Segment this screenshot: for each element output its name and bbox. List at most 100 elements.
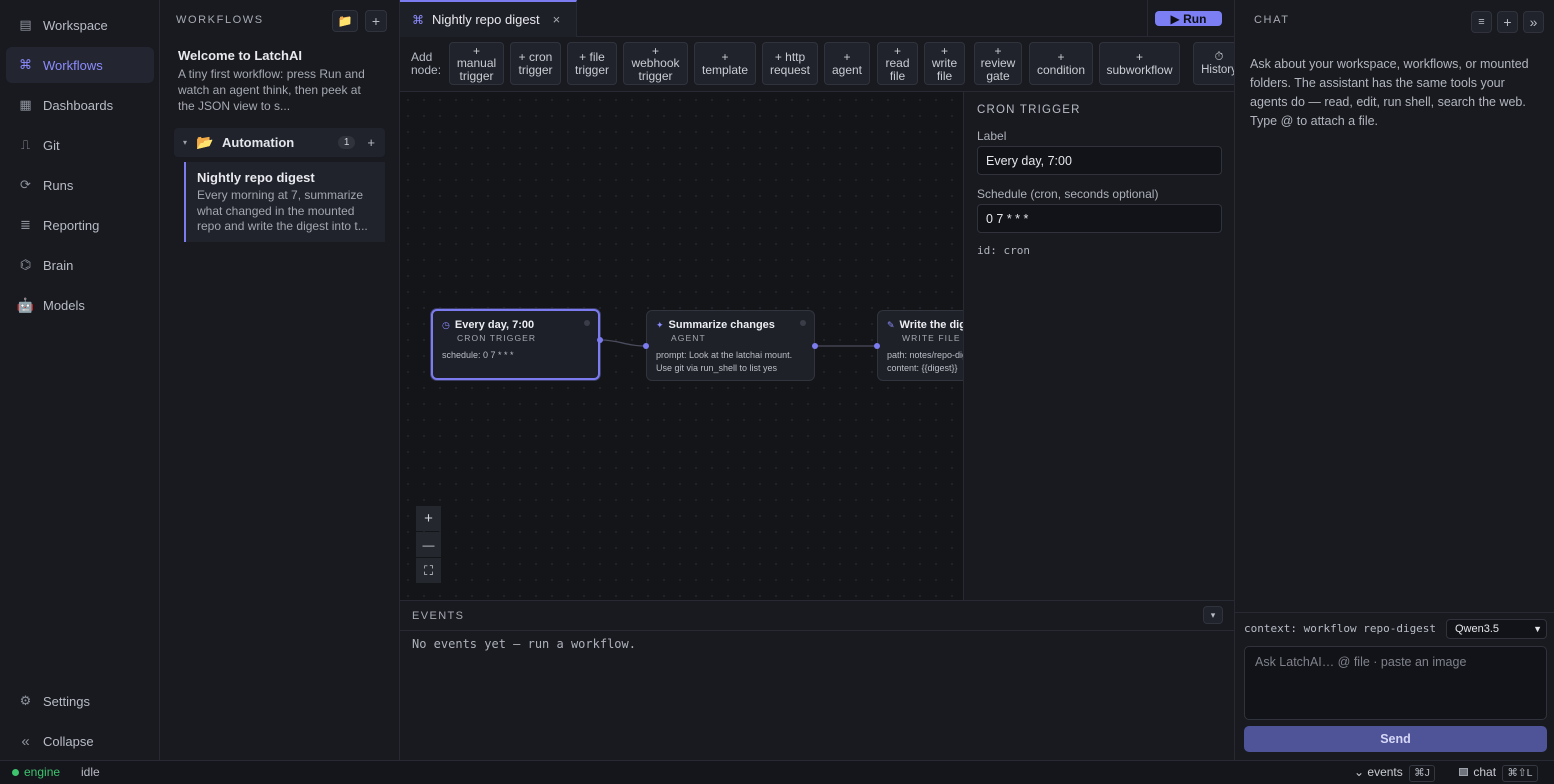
history-button[interactable]: ⏱ History [1193, 42, 1234, 85]
node-cron-trigger[interactable]: ◷ Every day, 7:00 CRON TRIGGER schedule: … [431, 309, 600, 380]
chat-context: context: workflow repo-digest [1244, 622, 1437, 635]
add-cron-trigger-button[interactable]: + cron trigger [510, 42, 561, 85]
chat-panel: CHAT ≡ + » Ask about your workspace, wor… [1234, 0, 1554, 760]
welcome-title: Welcome to LatchAI [178, 48, 303, 63]
add-review-gate-button[interactable]: + review gate [974, 42, 1022, 85]
plus-icon: + [1503, 14, 1512, 30]
zoom-out-button[interactable]: — [416, 532, 441, 557]
panel-title: WORKFLOWS [176, 14, 264, 26]
divider [1235, 612, 1554, 613]
welcome-desc: A tiny first workflow: press Run and wat… [178, 67, 365, 113]
left-nav: ▤ Workspace ⌘ Workflows ▦ Dashboards ⎍ G… [0, 0, 160, 760]
workflows-panel: WORKFLOWS 📁 + Welcome to LatchAI A tiny … [160, 0, 400, 760]
node-write-file[interactable]: ✎ Write the digest WRITE FILE path: notes… [877, 310, 963, 381]
nav-item-reporting[interactable]: ≣ Reporting [6, 207, 154, 243]
engine-state: idle [81, 765, 100, 779]
node-kind: WRITE FILE [902, 333, 961, 343]
node-status-dot [800, 320, 806, 326]
tab-nightly-repo-digest[interactable]: ⌘ Nightly repo digest × [400, 0, 577, 37]
add-subworkflow-button[interactable]: + subworkflow [1099, 42, 1180, 85]
divider [400, 630, 1234, 631]
chat-toggle-label: chat [1473, 765, 1497, 779]
nav-item-brain[interactable]: ⌬ Brain [6, 247, 154, 283]
git-icon: ⎍ [20, 137, 31, 152]
chat-history-button[interactable]: ≡ [1471, 11, 1492, 33]
nav-label: Brain [43, 257, 74, 273]
add-webhook-trigger-button[interactable]: + webhook trigger [623, 42, 688, 85]
dashboards-icon: ▦ [19, 97, 32, 112]
double-chevron-right-icon: » [1529, 14, 1538, 30]
send-button[interactable]: Send [1244, 726, 1547, 752]
new-chat-button[interactable]: + [1497, 11, 1518, 33]
events-toggle-label: ⌄ events [1354, 765, 1403, 779]
schedule-field[interactable] [977, 204, 1222, 233]
input-port[interactable] [643, 343, 649, 349]
events-collapse-button[interactable]: ▾ [1203, 606, 1223, 624]
node-title: ◷ Every day, 7:00 [442, 319, 534, 331]
workflow-canvas[interactable]: ◷ Every day, 7:00 CRON TRIGGER schedule: … [400, 92, 963, 600]
clock-icon: ◷ [442, 320, 450, 330]
nav-item-models[interactable]: 🤖 Models [6, 287, 154, 323]
fit-view-button[interactable]: ⛶ [416, 558, 441, 583]
events-shortcut: ⌘J [1409, 765, 1435, 782]
engine-label: engine [24, 765, 61, 779]
add-http-request-button[interactable]: + http request [762, 42, 818, 85]
chevron-down-icon: ▼ [1533, 624, 1542, 634]
node-title: ✎ Write the digest [887, 319, 963, 331]
menu-icon: ≡ [1478, 16, 1485, 28]
workflow-icon: ⌘ [412, 12, 424, 27]
add-write-file-button[interactable]: + write file [924, 42, 965, 85]
add-template-button[interactable]: + template [694, 42, 756, 85]
label-field[interactable] [977, 146, 1222, 175]
folder-icon: 📁 [337, 14, 353, 28]
collapse-chat-button[interactable]: » [1523, 11, 1544, 33]
nav-item-dashboards[interactable]: ▦ Dashboards [6, 87, 154, 123]
run-button[interactable]: ▶ Run [1155, 11, 1222, 26]
folder-automation[interactable]: ▾ 📂 Automation 1 + [174, 128, 385, 157]
add-condition-button[interactable]: + condition [1029, 42, 1093, 85]
nav-label: Workspace [43, 17, 108, 33]
nav-item-workflows[interactable]: ⌘ Workflows [6, 47, 154, 83]
workflow-item-nightly-repo-digest[interactable]: Nightly repo digest Every morning at 7, … [184, 162, 385, 242]
nav-item-workspace[interactable]: ▤ Workspace [6, 7, 154, 43]
chat-input[interactable] [1244, 646, 1547, 720]
model-select[interactable]: Qwen3.5 ▼ [1446, 619, 1547, 639]
edge-trigger-to-agent [599, 339, 647, 347]
close-icon[interactable]: × [553, 12, 561, 27]
events-panel: EVENTS ▾ No events yet — run a workflow. [400, 600, 1234, 760]
chat-title: CHAT [1254, 14, 1290, 26]
label-field-label: Label [977, 129, 1007, 143]
folder-name: Automation [222, 135, 295, 150]
status-bar: engine idle ⌄ events ⌘J chat ⌘⇧L [0, 760, 1554, 784]
chat-toggle[interactable]: chat ⌘⇧L [1459, 765, 1538, 782]
collapse-button[interactable]: « Collapse [6, 723, 154, 759]
add-agent-button[interactable]: + agent [824, 42, 870, 85]
new-folder-button[interactable]: 📁 [332, 10, 358, 32]
zoom-in-button[interactable]: + [416, 506, 441, 531]
input-port[interactable] [874, 343, 880, 349]
node-agent[interactable]: ✦ Summarize changes AGENT prompt: Look at… [646, 310, 815, 381]
add-manual-trigger-button[interactable]: + manual trigger [449, 42, 504, 85]
nav-item-runs[interactable]: ⟳ Runs [6, 167, 154, 203]
new-workflow-button[interactable]: + [365, 10, 387, 32]
output-port[interactable] [812, 343, 818, 349]
robot-icon: 🤖 [16, 296, 35, 313]
chevron-down-icon: ▾ [182, 138, 187, 147]
node-body: prompt: Look at the latchai mount. Use g… [656, 350, 793, 373]
chat-intro-text: Ask about your workspace, workflows, or … [1250, 57, 1529, 128]
nav-label: Workflows [43, 57, 103, 73]
model-select-value: Qwen3.5 [1455, 623, 1500, 635]
add-read-file-button[interactable]: + read file [877, 42, 918, 85]
nav-item-git[interactable]: ⎍ Git [6, 127, 154, 163]
schedule-field-label: Schedule (cron, seconds optional) [977, 187, 1159, 201]
nav-label: Models [43, 297, 85, 313]
output-port[interactable] [597, 337, 603, 343]
tab-bar: ⌘ Nightly repo digest × ▶ Run [400, 0, 1234, 37]
folder-add-button[interactable]: + [367, 135, 375, 150]
node-status-dot [584, 320, 590, 326]
events-toggle[interactable]: ⌄ events ⌘J [1354, 765, 1435, 782]
add-node-toolbar: Add node: + manual trigger + cron trigge… [400, 37, 1234, 92]
nav-item-settings[interactable]: ⚙ Settings [6, 683, 154, 719]
add-node-label: Add node: [411, 50, 442, 77]
add-file-trigger-button[interactable]: + file trigger [567, 42, 617, 85]
